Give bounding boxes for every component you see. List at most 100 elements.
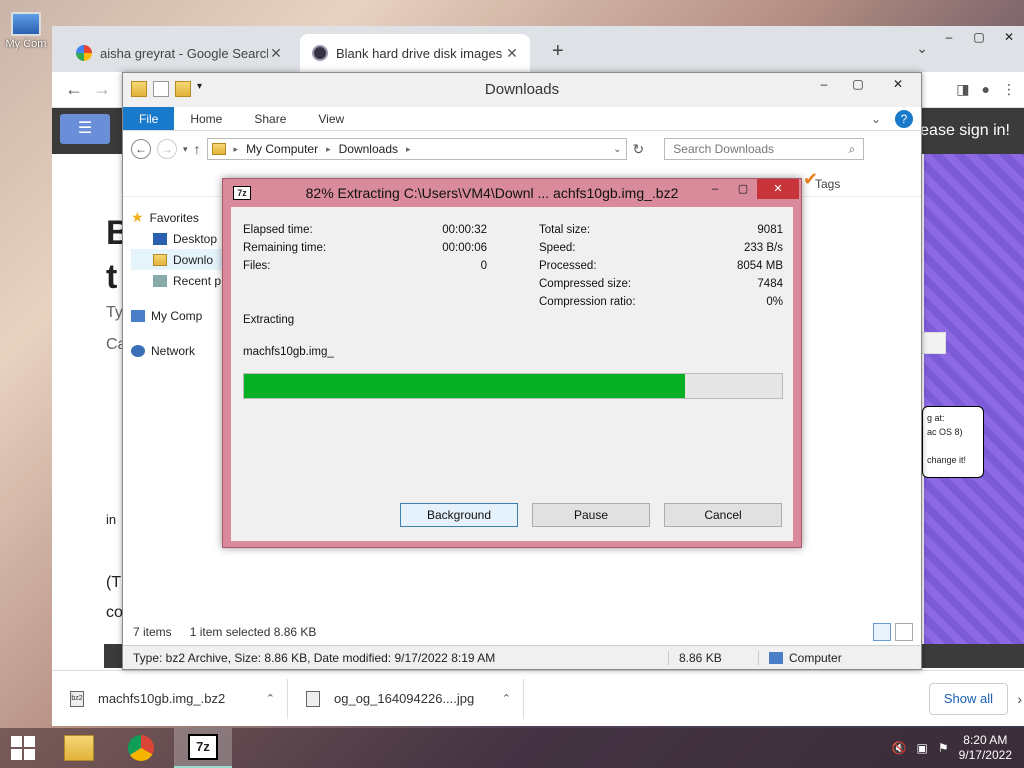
nav-label: Favorites xyxy=(149,210,199,225)
new-tab-button[interactable]: + xyxy=(552,40,564,63)
taskbar-7zip[interactable]: 7z xyxy=(174,728,232,768)
chrome-window-controls: – ▢ ✕ xyxy=(934,26,1024,48)
profile-icon[interactable]: ● xyxy=(982,81,990,98)
elapsed-time-label: Elapsed time: xyxy=(243,224,313,236)
maximize-button[interactable]: ▢ xyxy=(729,179,757,199)
network-icon[interactable]: ▣ xyxy=(917,741,928,755)
minimize-button[interactable]: – xyxy=(701,179,729,199)
chevron-right-icon[interactable]: › xyxy=(1017,691,1022,707)
sign-in-link[interactable]: ease sign in! xyxy=(920,122,1010,140)
close-button[interactable]: ✕ xyxy=(875,73,921,95)
nav-favorites[interactable]: ★ Favorites xyxy=(131,207,223,228)
minimize-button[interactable]: – xyxy=(934,26,964,48)
download-item[interactable]: bz2 machfs10gb.img_.bz2 ⌃ xyxy=(52,678,288,719)
search-input[interactable]: Search Downloads ⌕ xyxy=(664,138,865,160)
help-icon[interactable]: ? xyxy=(895,110,913,128)
column-header-tags[interactable]: Tags xyxy=(815,177,840,191)
compression-ratio-label: Compression ratio: xyxy=(539,296,636,308)
desktop-icon-my-computer[interactable]: My Com xyxy=(0,8,52,50)
tab-file[interactable]: File xyxy=(123,107,175,130)
action-center-icon[interactable]: ⚑ xyxy=(938,741,949,755)
remaining-time-value: 00:00:06 xyxy=(442,242,487,254)
7zip-icon: 7z xyxy=(188,734,218,760)
background-button[interactable]: Background xyxy=(400,503,518,527)
bubble-line: ac OS 8) xyxy=(927,427,963,437)
close-button[interactable]: ✕ xyxy=(757,179,799,199)
nav-network[interactable]: Network xyxy=(131,340,223,361)
tab-home[interactable]: Home xyxy=(174,107,238,130)
nav-label: Recent p xyxy=(173,273,222,288)
close-icon[interactable]: ✕ xyxy=(504,45,520,62)
tab-google-search[interactable]: aisha greyrat - Google Search ✕ xyxy=(64,34,294,72)
close-button[interactable]: ✕ xyxy=(994,26,1024,48)
nav-recent[interactable]: Recent p xyxy=(131,270,223,291)
operation-label: Extracting xyxy=(243,314,295,326)
up-button[interactable]: ↑ xyxy=(194,141,201,157)
chevron-down-icon[interactable]: ⌄ xyxy=(865,107,887,130)
location-label: Computer xyxy=(789,650,842,665)
address-bar[interactable]: ▸ My Computer ▸ Downloads ▸ ⌄ xyxy=(206,138,627,160)
clock-date: 9/17/2022 xyxy=(958,748,1012,762)
speed-value: 233 B/s xyxy=(744,242,783,254)
nav-desktop[interactable]: Desktop xyxy=(131,228,223,249)
back-button[interactable]: ← xyxy=(60,79,88,100)
back-button[interactable]: ← xyxy=(131,139,151,159)
menu-icon[interactable]: ⋮ xyxy=(1002,81,1016,98)
extract-progress-bar xyxy=(243,373,783,399)
speaker-muted-icon[interactable]: 🔇 xyxy=(892,741,907,755)
cancel-button[interactable]: Cancel xyxy=(664,503,782,527)
tab-disk-images[interactable]: Blank hard drive disk images (10 ✕ xyxy=(300,34,530,72)
side-panel-icon[interactable]: ◨ xyxy=(956,81,969,98)
close-icon[interactable]: ✕ xyxy=(268,45,284,62)
nav-downloads[interactable]: Downlo xyxy=(131,249,223,270)
site-menu-button[interactable]: ☰ xyxy=(60,114,110,144)
tab-view[interactable]: View xyxy=(302,107,360,130)
dialog-body: Elapsed time: 00:00:32 Remaining time: 0… xyxy=(231,207,793,541)
minimize-button[interactable]: – xyxy=(807,73,841,95)
chevron-down-icon[interactable]: ⌄ xyxy=(613,144,621,155)
dialog-title-bar: 7z 82% Extracting C:\Users\VM4\Downl ...… xyxy=(223,179,801,207)
taskbar-file-explorer[interactable] xyxy=(50,728,108,768)
forward-button[interactable]: → xyxy=(88,79,116,100)
nav-label: Network xyxy=(151,343,196,358)
chevron-up-icon[interactable]: ⌃ xyxy=(266,692,275,705)
breadcrumb-separator: ▸ xyxy=(406,143,411,154)
extract-progress-dialog: 7z 82% Extracting C:\Users\VM4\Downl ...… xyxy=(222,178,802,548)
clock[interactable]: 8:20 AM 9/17/2022 xyxy=(959,733,1012,763)
breadcrumb-downloads[interactable]: Downloads xyxy=(339,142,398,156)
details-view-button[interactable] xyxy=(873,623,891,641)
nav-computer[interactable]: My Comp xyxy=(131,305,223,326)
maximize-button[interactable]: ▢ xyxy=(964,26,994,48)
windows-logo-icon xyxy=(11,736,35,760)
tab-share[interactable]: Share xyxy=(238,107,302,130)
pause-button[interactable]: Pause xyxy=(532,503,650,527)
files-label: Files: xyxy=(243,260,271,272)
google-icon xyxy=(76,45,92,61)
processed-value: 8054 MB xyxy=(736,260,783,272)
file-explorer-icon xyxy=(64,735,94,761)
forward-button[interactable]: → xyxy=(157,139,177,159)
elapsed-time-value: 00:00:32 xyxy=(442,224,487,236)
show-all-button[interactable]: Show all xyxy=(928,682,1008,715)
page-text-fragment: in xyxy=(106,512,117,527)
bubble-line: change it! xyxy=(927,455,967,465)
clock-time: 8:20 AM xyxy=(963,733,1008,747)
maximize-button[interactable]: ▢ xyxy=(841,73,875,95)
total-size-value: 9081 xyxy=(757,224,783,236)
explorer-title-bar: ▾ Downloads – ▢ ✕ xyxy=(123,73,921,107)
refresh-icon[interactable]: ↻ xyxy=(633,141,645,158)
download-item[interactable]: og_og_164094226....jpg ⌃ xyxy=(288,678,524,719)
start-button[interactable] xyxy=(0,728,46,768)
recent-locations-chevron-icon[interactable]: ▾ xyxy=(183,144,188,155)
chevron-up-icon[interactable]: ⌃ xyxy=(502,692,511,705)
tab-search-chevron-icon[interactable]: ⌄ xyxy=(916,40,928,57)
computer-icon xyxy=(769,651,783,664)
breadcrumb-my-computer[interactable]: My Computer xyxy=(246,142,318,156)
search-icon: ⌕ xyxy=(848,141,856,156)
tab-strip: aisha greyrat - Google Search ✕ Blank ha… xyxy=(52,26,1024,72)
taskbar-chrome[interactable] xyxy=(112,728,170,768)
nav-label: Downlo xyxy=(173,252,214,267)
large-icons-view-button[interactable] xyxy=(895,623,913,641)
selection-info: 1 item selected 8.86 KB xyxy=(189,625,317,639)
compressed-size-label: Compressed size: xyxy=(539,278,632,290)
